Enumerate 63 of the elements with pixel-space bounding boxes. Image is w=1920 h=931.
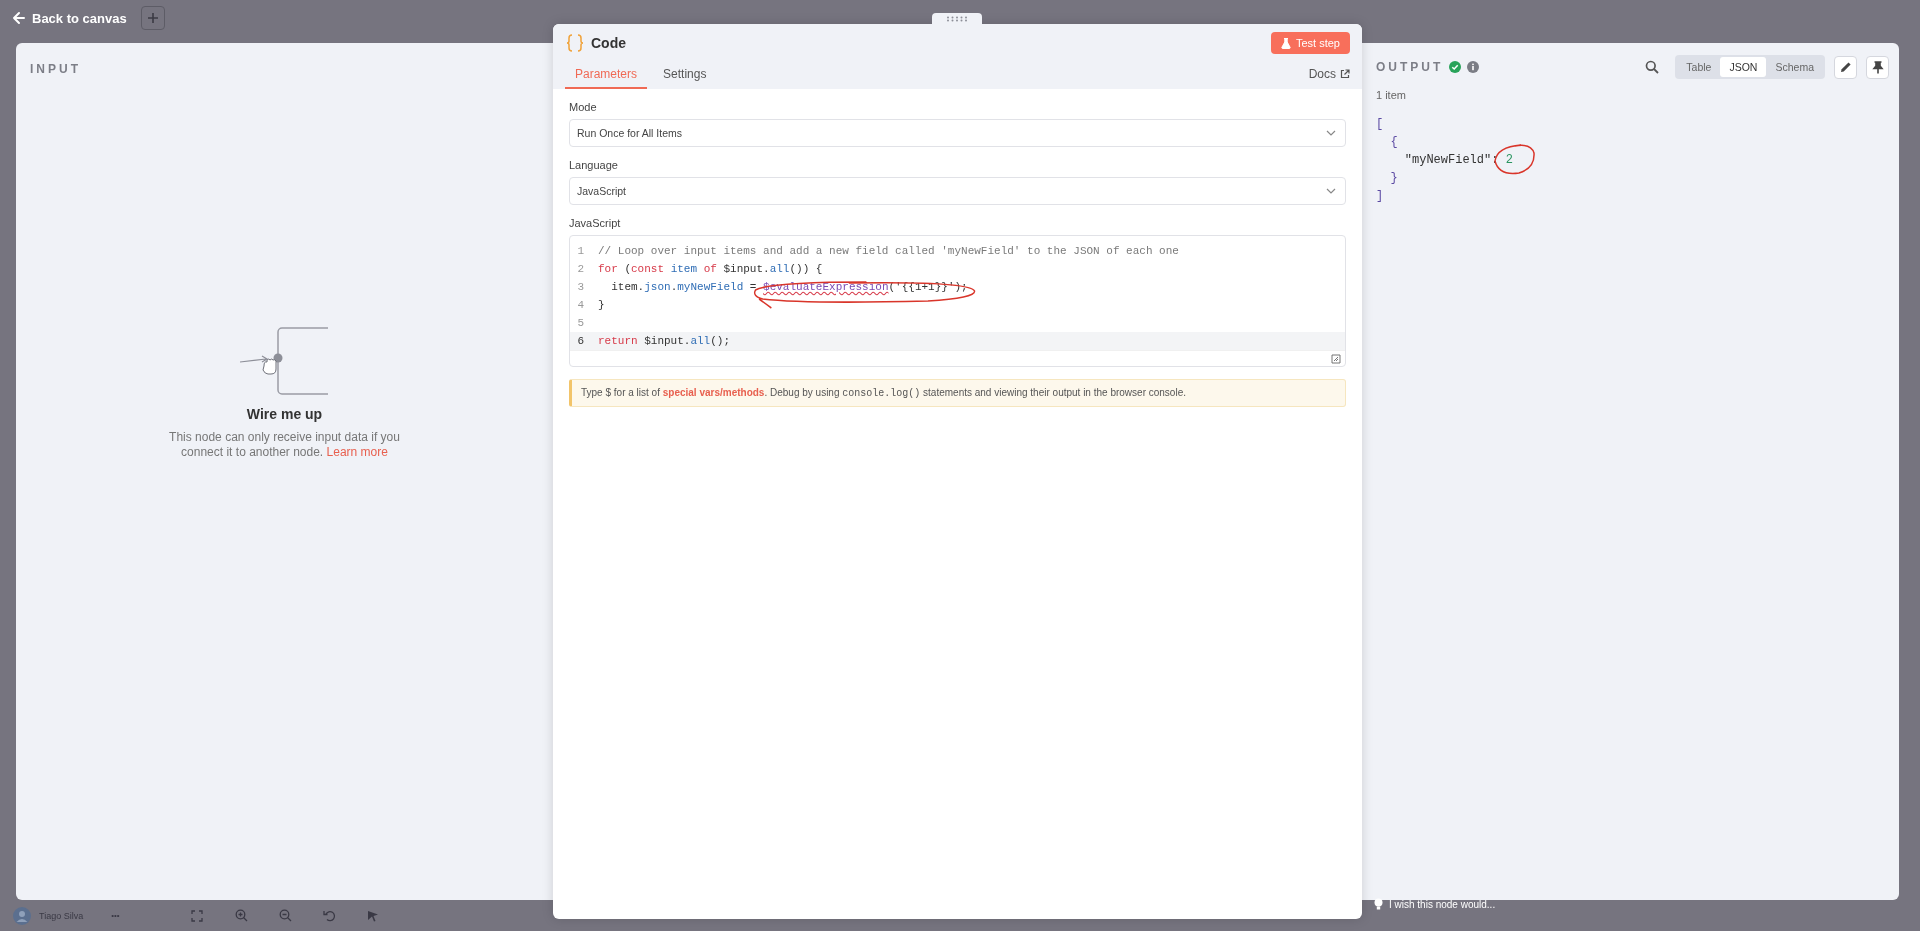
search-icon[interactable] [1645, 60, 1660, 74]
panel-title: INPUT [30, 62, 82, 76]
json-line: } [1389, 170, 1398, 187]
line-number: 4 [576, 299, 584, 311]
pencil-icon [1839, 61, 1852, 73]
line-number: 6 [576, 335, 584, 347]
plus-icon [146, 12, 159, 24]
lightbulb-icon [1374, 898, 1383, 910]
code-editor[interactable] [569, 235, 1346, 367]
view-tab[interactable]: JSON [1720, 57, 1767, 77]
back-to-canvas-link[interactable]: Back to canvas [12, 10, 127, 26]
drag-handle[interactable] [932, 13, 982, 25]
chevron-down-icon [1326, 188, 1336, 194]
more-menu[interactable]: ••• [111, 911, 120, 920]
code-line: } [598, 299, 605, 311]
node-title: Code [591, 35, 627, 51]
field-label: JavaScript [569, 217, 622, 229]
field-label: Language [569, 159, 619, 171]
panel-tab[interactable]: Parameters [565, 67, 648, 89]
info-icon[interactable] [1467, 61, 1480, 73]
avatar-icon [13, 906, 31, 925]
back-arrow-icon [12, 11, 26, 25]
docs-link[interactable]: Docs [1308, 67, 1350, 89]
notice-text: Type $ for a list of special vars/methods. Debug by using console.log() statements and viewing their output in the browser console. [569, 379, 1346, 407]
code-line: for (const item of $input.all()) { [598, 263, 823, 275]
select-field[interactable]: JavaScript [569, 177, 1346, 205]
zoom-out-icon [278, 909, 292, 922]
zoom-in-icon [234, 909, 248, 922]
json-line: [ [1376, 116, 1384, 133]
flask-icon [1280, 37, 1291, 49]
line-number: 5 [576, 317, 584, 329]
grip-dots-icon [946, 16, 968, 22]
feedback-link[interactable]: I wish this node would... [1389, 898, 1496, 910]
code-line: // Loop over input items and add a new field called 'myNewField' to the JSON of each one [598, 245, 1179, 257]
pin-button[interactable] [1866, 55, 1889, 79]
cursor-icon [367, 909, 379, 922]
view-tab[interactable]: Schema [1766, 57, 1823, 77]
field-label: Mode [569, 101, 598, 113]
line-number: 2 [576, 263, 584, 275]
panel-title: OUTPUT [1376, 60, 1444, 74]
test-step-button[interactable]: Test step [1270, 32, 1350, 54]
json-line: { [1389, 134, 1398, 151]
json-line: ] [1376, 188, 1384, 205]
select-field[interactable]: Run Once for All Items [569, 119, 1346, 147]
line-number: 3 [576, 281, 584, 293]
undo-icon [322, 909, 336, 922]
learn-more-link[interactable]: Learn more [326, 445, 388, 459]
resize-icon[interactable] [1331, 354, 1341, 364]
pin-icon [1871, 60, 1884, 74]
expand-icon [191, 909, 203, 922]
code-line: item.json.myNewField = $evaluateExpression('{{1+1}}'); [610, 281, 968, 293]
edit-button[interactable] [1834, 55, 1857, 79]
empty-state-heading: Wire me up [246, 406, 323, 422]
item-count: 1 item [1376, 89, 1407, 101]
braces-icon [567, 34, 583, 52]
chevron-down-icon [1326, 130, 1336, 136]
view-tab[interactable]: Table [1677, 57, 1721, 77]
add-button[interactable] [140, 6, 165, 30]
code-line: return $input.all(); [598, 335, 731, 347]
external-link-icon [1340, 69, 1350, 79]
line-number: 1 [576, 245, 584, 257]
panel-tab[interactable]: Settings [653, 67, 717, 89]
empty-state-text: This node can only receive input data if you connect it to another node. Learn more [168, 430, 401, 460]
